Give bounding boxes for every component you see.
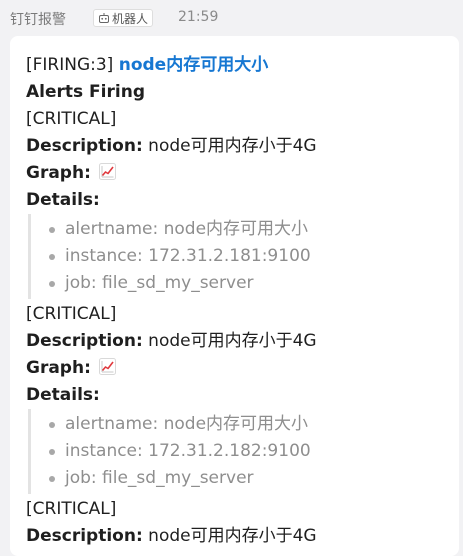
- detail-item: instance: 172.31.2.182:9100: [31, 438, 459, 465]
- description-value: node可用内存小于4G: [148, 526, 317, 546]
- detail-item: job: file_sd_my_server: [31, 465, 459, 492]
- alert-severity: [CRITICAL]: [26, 499, 117, 519]
- chart-increasing-icon[interactable]: [99, 163, 117, 180]
- message-card: [FIRING:3] node内存可用大小 Alerts Firing [CRI…: [10, 36, 459, 556]
- robot-badge: 机器人: [93, 9, 154, 27]
- firing-prefix: [FIRING:3]: [26, 55, 114, 75]
- alert-graph-line: Graph:: [26, 355, 459, 382]
- description-label: Description:: [26, 136, 143, 156]
- alert-description-line: Description: node可用内存小于4G: [26, 328, 459, 355]
- alert-description-line: Description: node可用内存小于4G: [26, 133, 459, 160]
- alert-entry: [CRITICAL] Description: node可用内存小于4G Gra…: [26, 301, 459, 494]
- alert-severity: [CRITICAL]: [26, 304, 117, 324]
- description-label: Description:: [26, 331, 143, 351]
- alert-graph-line: Graph:: [26, 160, 459, 187]
- message-time: 21:59: [178, 9, 219, 25]
- message-title-line: [FIRING:3] node内存可用大小: [26, 52, 459, 79]
- robot-icon: [99, 13, 109, 23]
- detail-item: instance: 172.31.2.181:9100: [31, 243, 459, 270]
- alert-title-link[interactable]: node内存可用大小: [119, 55, 268, 75]
- alert-entry: [CRITICAL] Description: node可用内存小于4G: [26, 496, 459, 550]
- alert-entry: [CRITICAL] Description: node可用内存小于4G Gra…: [26, 106, 459, 299]
- description-value: node可用内存小于4G: [148, 331, 317, 351]
- details-label: Details:: [26, 385, 100, 405]
- graph-label: Graph:: [26, 358, 91, 378]
- robot-badge-label: 机器人: [112, 11, 149, 26]
- detail-item: alertname: node内存可用大小: [31, 216, 459, 243]
- details-quote: alertname: node内存可用大小 instance: 172.31.2…: [28, 409, 459, 494]
- description-value: node可用内存小于4G: [148, 136, 317, 156]
- message-subtitle: Alerts Firing: [26, 82, 145, 102]
- detail-item: alertname: node内存可用大小: [31, 411, 459, 438]
- sender-name[interactable]: 钉钉报警: [10, 9, 66, 29]
- description-label: Description:: [26, 526, 143, 546]
- alert-description-line: Description: node可用内存小于4G: [26, 523, 459, 550]
- details-label: Details:: [26, 190, 100, 210]
- graph-label: Graph:: [26, 163, 91, 183]
- alert-severity: [CRITICAL]: [26, 109, 117, 129]
- message-header: 钉钉报警 机器人 21:59: [0, 0, 463, 34]
- details-quote: alertname: node内存可用大小 instance: 172.31.2…: [28, 214, 459, 299]
- chart-increasing-icon[interactable]: [99, 358, 117, 375]
- detail-item: job: file_sd_my_server: [31, 270, 459, 297]
